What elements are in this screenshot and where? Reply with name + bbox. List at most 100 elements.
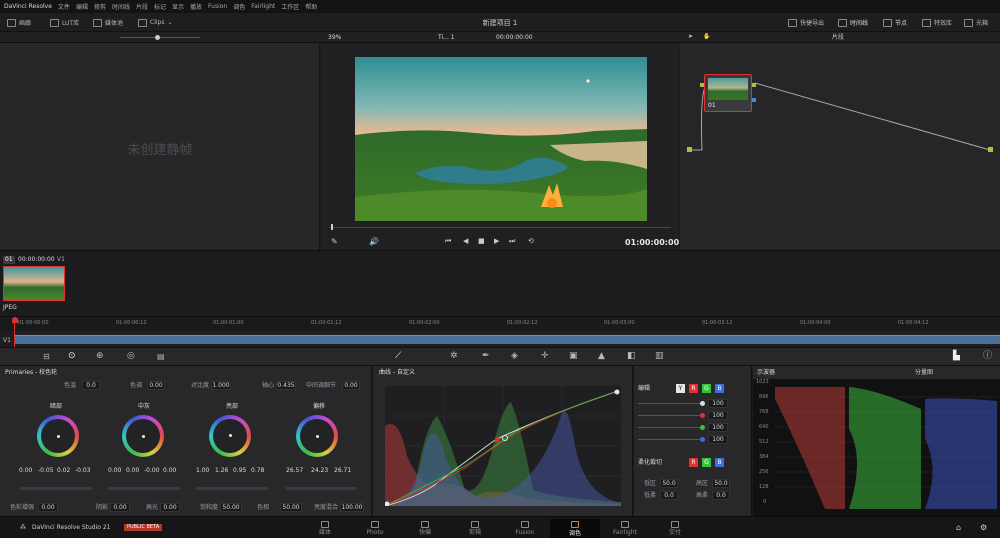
qualifier-icon[interactable]: ✒ [482,352,490,361]
gain-value[interactable]: 0.95 [233,468,246,474]
soft-b-button[interactable]: B [715,458,724,467]
home-icon[interactable]: ⌂ [956,524,961,532]
hue-field[interactable]: 50.00 [280,503,302,512]
gamma-master-slider[interactable] [108,487,180,490]
viewer-zoom[interactable]: 39% [328,35,341,41]
y-intensity-field[interactable]: 100 [708,399,728,408]
offset-master-slider[interactable] [285,487,357,490]
color-warper-icon[interactable]: ✲ [450,352,458,361]
offset-wheel-handle[interactable] [316,435,319,438]
gamma-value[interactable]: 0.00 [126,468,139,474]
camera-raw-icon[interactable]: ⊟ [43,353,50,361]
hdr-icon[interactable]: ⊕ [96,352,104,361]
y-channel-button[interactable]: Y [676,384,685,393]
gallery-zoom-handle[interactable] [155,35,160,40]
tracker-icon[interactable]: ✛ [541,352,549,361]
shadows-field[interactable]: 0.00 [110,503,130,512]
input-node-source[interactable] [687,147,692,152]
effects-button[interactable]: 特效库 [922,17,952,28]
output-node[interactable] [988,147,993,152]
nodes-button[interactable]: 节点 [883,17,907,28]
menu-trim[interactable]: 修剪 [94,2,106,11]
highsoft-field[interactable]: 0.0 [712,491,730,500]
clip-thumbnail[interactable] [3,266,65,301]
page-fairlight[interactable]: Fairlight [602,520,648,537]
go-to-end-icon[interactable]: ⏭ [509,238,515,245]
curves-icon[interactable]: ⟋ [395,352,401,361]
menu-view[interactable]: 显示 [172,2,184,11]
blur-icon[interactable]: ▲ [598,352,605,361]
menu-playback[interactable]: 播放 [190,2,202,11]
loop-icon[interactable]: ⟲ [528,238,534,245]
scope-mode-selector[interactable]: 分量图 [915,370,933,376]
r-channel-button[interactable]: R [689,384,698,393]
play-icon[interactable]: ▶ [494,238,499,245]
picker-icon[interactable]: ✎ [331,238,338,246]
motion-effects-icon[interactable]: ▤ [157,353,165,361]
scopes-icon[interactable]: ▙ [953,352,960,361]
high-field[interactable]: 50.0 [712,479,730,488]
page-edit[interactable]: 剪辑 [452,520,498,537]
gamma-value[interactable]: 0.00 [163,468,176,474]
gamma-value[interactable]: 0.00 [108,468,121,474]
page-photo[interactable]: Photo [352,520,398,537]
b-channel-button[interactable]: B [715,384,724,393]
quick-export-button[interactable]: 快捷导出 [788,17,824,28]
highlights-field[interactable]: 0.00 [160,503,180,512]
pivot-field[interactable]: 0.435 [276,381,296,390]
temp-field[interactable]: 0.0 [82,381,100,390]
page-media[interactable]: 媒体 [302,520,348,537]
magic-mask-icon[interactable]: ▣ [569,352,578,361]
menu-color[interactable]: 调色 [233,2,245,11]
gallery-zoom-slider[interactable] [120,37,200,38]
g-intensity-field[interactable]: 100 [708,423,728,432]
menu-edit[interactable]: 编辑 [76,2,88,11]
audio-icon[interactable]: 🔊 [369,238,379,246]
lift-wheel-handle[interactable] [57,435,60,438]
lift-value[interactable]: -0.03 [75,468,91,474]
g-channel-button[interactable]: G [702,384,711,393]
middetail-field[interactable]: 0.00 [342,381,360,390]
lift-master-slider[interactable] [20,487,92,490]
hand-icon[interactable]: ✋ [703,34,710,40]
color-node-01[interactable]: 01 [704,74,752,112]
colorboost-field[interactable]: 0.00 [38,503,58,512]
page-fusion[interactable]: Fusion [502,520,548,537]
node-key-output-dot[interactable] [752,98,756,102]
menu-clip[interactable]: 片段 [136,2,148,11]
lightbox-button[interactable]: 光箱 [964,17,988,28]
go-to-start-icon[interactable]: ⏮ [445,238,451,245]
lift-value[interactable]: -0.05 [38,468,54,474]
gain-value[interactable]: 0.78 [251,468,264,474]
viewer-scrubber[interactable] [329,227,671,228]
media-pool-button[interactable]: 媒体池 [93,17,123,28]
curve-graph[interactable] [385,386,621,506]
offset-value[interactable]: 26.71 [334,468,351,474]
lift-value[interactable]: 0.00 [19,468,32,474]
node-output-dot[interactable] [752,83,756,87]
timeline-button[interactable]: 时间线 [838,17,868,28]
contrast-field[interactable]: 1.000 [211,381,231,390]
gain-wheel-handle[interactable] [229,434,232,437]
gain-master-slider[interactable] [196,487,268,490]
menu-help[interactable]: 帮助 [305,2,317,11]
offset-value[interactable]: 24.23 [311,468,328,474]
clips-button[interactable]: Clips ⌄ [138,17,173,28]
tint-field[interactable]: 0.00 [147,381,165,390]
color-wheels-icon[interactable]: ⊙ [68,352,76,361]
node-input-dot[interactable] [700,83,704,87]
lut-button[interactable]: LUT库 [50,17,79,28]
pointer-icon[interactable]: ➤ [688,34,693,40]
r-intensity-field[interactable]: 100 [708,411,728,420]
rgb-mixer-icon[interactable]: ◎ [127,352,135,361]
step-back-icon[interactable]: ◀ [463,238,468,245]
viewer-playhead[interactable] [331,224,333,230]
lift-value[interactable]: 0.02 [57,468,70,474]
low-field[interactable]: 50.0 [660,479,678,488]
b-intensity-field[interactable]: 100 [708,435,728,444]
menu-file[interactable]: 文件 [58,2,70,11]
page-cut[interactable]: 快编 [402,520,448,537]
sizing-icon[interactable]: ▥ [655,352,664,361]
menu-timeline[interactable]: 时间线 [112,2,130,11]
settings-gear-icon[interactable]: ⚙ [980,524,987,532]
